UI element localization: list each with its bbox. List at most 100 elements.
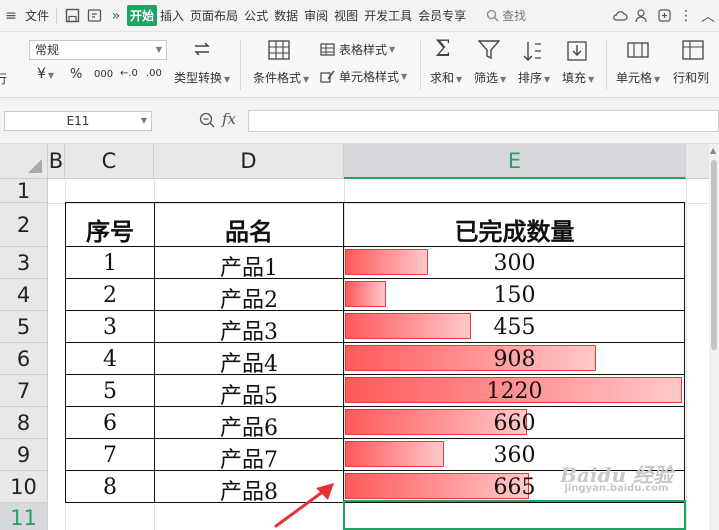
header-cell-no[interactable]: 序号: [66, 212, 154, 247]
fill-icon[interactable]: [566, 40, 588, 65]
row-col-button[interactable]: 行和列: [673, 69, 709, 86]
currency-format-button[interactable]: ¥ ▼: [37, 66, 54, 82]
tab-review[interactable]: 审阅: [301, 7, 331, 24]
cell-icon[interactable]: [627, 40, 649, 63]
row-header-3[interactable]: 3: [0, 247, 48, 279]
filter-label: 筛选: [474, 71, 499, 85]
collapse-ribbon-icon[interactable]: ︿: [697, 5, 719, 27]
cell-label: 单元格: [616, 71, 653, 85]
cloud-sync-icon[interactable]: [609, 5, 631, 27]
sort-button[interactable]: 排序 ▼: [518, 69, 550, 86]
row-header-9[interactable]: 9: [0, 439, 48, 471]
column-header-f[interactable]: [686, 144, 709, 179]
tab-member[interactable]: 会员专享: [415, 7, 469, 24]
cell-button[interactable]: 单元格 ▼: [616, 69, 660, 86]
cell-no[interactable]: 2: [66, 283, 154, 308]
more-options-icon[interactable]: ⋮: [675, 5, 697, 27]
cell-no[interactable]: 7: [66, 443, 154, 468]
decrease-decimal-button[interactable]: .00: [146, 68, 162, 79]
row-header-6[interactable]: 6: [0, 343, 48, 375]
select-all-corner[interactable]: [0, 144, 48, 179]
undo-history-icon[interactable]: [83, 5, 105, 27]
zoom-formula-icon[interactable]: [199, 112, 215, 132]
scroll-up-icon[interactable]: ▲: [710, 146, 716, 155]
cell-no[interactable]: 3: [66, 315, 154, 340]
cell-name[interactable]: 产品1: [155, 250, 343, 282]
separator: [606, 40, 607, 90]
number-format-select[interactable]: 常规 ▼: [29, 40, 167, 60]
cell-name[interactable]: 产品5: [155, 378, 343, 410]
row-header-10[interactable]: 10: [0, 471, 48, 503]
cell-no[interactable]: 8: [66, 475, 154, 500]
row-header-7[interactable]: 7: [0, 375, 48, 407]
cell-qty[interactable]: 150: [344, 283, 685, 308]
ribbon: 行 常规 ▼ ¥ ▼ % 000 ←.0 .00 类型转换 ▼ 条件格式 ▼ 表格样式…: [0, 32, 719, 98]
cell-name[interactable]: 产品7: [155, 442, 343, 474]
table-style-icon: [320, 43, 335, 56]
filter-button[interactable]: 筛选 ▼: [474, 69, 506, 86]
cell-name[interactable]: 产品4: [155, 346, 343, 378]
sort-icon[interactable]: [522, 40, 544, 65]
header-cell-qty[interactable]: 已完成数量: [344, 212, 685, 247]
thousands-format-button[interactable]: 000: [94, 69, 113, 80]
header-cell-name[interactable]: 品名: [155, 212, 343, 247]
row-header-8[interactable]: 8: [0, 407, 48, 439]
cell-no[interactable]: 6: [66, 411, 154, 436]
column-header-d[interactable]: D: [154, 144, 344, 179]
cell-no[interactable]: 4: [66, 347, 154, 372]
vertical-scrollbar[interactable]: ▲: [709, 144, 719, 530]
sum-button[interactable]: 求和 ▼: [430, 69, 462, 86]
cell-name[interactable]: 产品3: [155, 314, 343, 346]
selected-cell-e11[interactable]: [343, 500, 686, 530]
menu-file[interactable]: 文件: [22, 7, 52, 24]
collaborate-icon[interactable]: [653, 5, 675, 27]
tab-developer[interactable]: 开发工具: [361, 7, 415, 24]
tab-start[interactable]: 开始: [127, 5, 158, 26]
cell-name[interactable]: 产品2: [155, 282, 343, 314]
row-col-icon[interactable]: [682, 40, 704, 63]
cell-name[interactable]: 产品6: [155, 410, 343, 442]
cell-style-icon: [320, 70, 335, 83]
row-header-2[interactable]: 2: [0, 203, 48, 247]
conditional-format-button[interactable]: 条件格式 ▼: [253, 69, 309, 86]
menu-icon[interactable]: ≡: [0, 5, 22, 27]
formula-input[interactable]: [248, 110, 719, 132]
fill-button[interactable]: 填充 ▼: [562, 69, 594, 86]
tab-formula[interactable]: 公式: [241, 7, 271, 24]
search-button[interactable]: 查找: [483, 7, 529, 24]
column-header-e[interactable]: E: [344, 144, 686, 179]
row-header-4[interactable]: 4: [0, 279, 48, 311]
filter-icon[interactable]: [477, 40, 501, 63]
tab-page-layout[interactable]: 页面布局: [187, 7, 241, 24]
increase-decimal-button[interactable]: ←.0: [120, 68, 138, 79]
scrollbar-thumb[interactable]: [711, 160, 717, 350]
cell-qty[interactable]: 1220: [344, 379, 685, 404]
column-header-b[interactable]: B: [48, 144, 65, 179]
save-icon[interactable]: [61, 5, 83, 27]
column-header-c[interactable]: C: [65, 144, 154, 179]
percent-format-button[interactable]: %: [70, 67, 82, 82]
conditional-format-icon[interactable]: [268, 40, 290, 63]
fx-icon[interactable]: fx: [222, 110, 236, 128]
cell-no[interactable]: 5: [66, 379, 154, 404]
cell-qty[interactable]: 300: [344, 251, 685, 276]
cell-qty[interactable]: 660: [344, 411, 685, 436]
more-chevron-icon[interactable]: »: [105, 5, 127, 27]
tab-view[interactable]: 视图: [331, 7, 361, 24]
type-convert-button[interactable]: 类型转换 ▼: [174, 69, 230, 86]
row-header-5[interactable]: 5: [0, 311, 48, 343]
table-style-button[interactable]: 表格样式 ▼: [320, 41, 395, 58]
row-header-1[interactable]: 1: [0, 179, 48, 203]
cell-no[interactable]: 1: [66, 251, 154, 276]
cell-qty[interactable]: 455: [344, 315, 685, 340]
tab-data[interactable]: 数据: [271, 7, 301, 24]
row-header-11[interactable]: 11: [0, 503, 48, 530]
cell-qty[interactable]: 908: [344, 347, 685, 372]
tab-insert[interactable]: 插入: [157, 7, 187, 24]
sum-icon[interactable]: Σ: [435, 37, 451, 62]
type-convert-icon[interactable]: [191, 38, 213, 63]
cell-style-button[interactable]: 单元格样式 ▼: [320, 68, 407, 85]
search-icon: [487, 9, 499, 22]
share-user-icon[interactable]: [631, 5, 653, 27]
name-box[interactable]: E11 ▼: [4, 111, 152, 131]
